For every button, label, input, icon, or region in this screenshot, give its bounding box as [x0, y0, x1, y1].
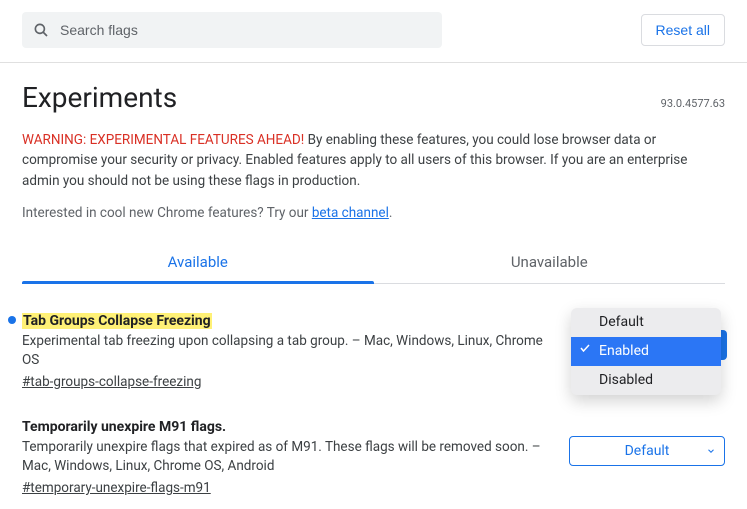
flag-item: Tab Groups Collapse Freezing Experimental…: [22, 310, 725, 390]
flag-description: Experimental tab freezing upon collapsin…: [22, 332, 557, 371]
flag-description: Temporarily unexpire flags that expired …: [22, 438, 557, 477]
search-icon: [32, 21, 50, 39]
warning-text: WARNING: EXPERIMENTAL FEATURES AHEAD! By…: [22, 130, 725, 191]
flag-select[interactable]: Default: [569, 436, 725, 466]
tab-available[interactable]: Available: [22, 243, 374, 283]
flag-body: Temporarily unexpire M91 flags. Temporari…: [22, 416, 569, 496]
modified-dot-icon: [8, 316, 16, 324]
page-title: Experiments: [22, 81, 177, 114]
flag-title: Tab Groups Collapse Freezing: [22, 313, 212, 329]
dropdown-option[interactable]: Enabled: [571, 337, 721, 366]
warning-heading: WARNING: EXPERIMENTAL FEATURES AHEAD!: [22, 132, 304, 148]
flag-control: DefaultEnabledDisabled: [569, 310, 725, 330]
search-input[interactable]: [60, 22, 432, 38]
reset-all-button[interactable]: Reset all: [641, 14, 725, 46]
flag-item: Temporarily unexpire M91 flags. Temporari…: [22, 416, 725, 496]
flag-title: Temporarily unexpire M91 flags.: [22, 419, 226, 435]
tab-unavailable[interactable]: Unavailable: [374, 243, 726, 283]
flag-hash-link[interactable]: #tab-groups-collapse-freezing: [22, 374, 201, 390]
tabs: Available Unavailable: [22, 243, 725, 284]
check-icon: [579, 342, 591, 354]
dropdown-option[interactable]: Default: [571, 308, 721, 337]
flag-control: Default: [569, 416, 725, 466]
dropdown-option[interactable]: Disabled: [571, 366, 721, 395]
flag-dropdown-open[interactable]: DefaultEnabledDisabled: [571, 308, 721, 395]
flag-hash-link[interactable]: #temporary-unexpire-flags-m91: [22, 480, 211, 496]
search-box[interactable]: [22, 12, 442, 48]
chevron-down-icon: [706, 446, 716, 456]
beta-line: Interested in cool new Chrome features? …: [22, 205, 725, 221]
beta-channel-link[interactable]: beta channel: [312, 205, 389, 221]
flag-body: Tab Groups Collapse Freezing Experimental…: [22, 310, 569, 390]
select-edge: [721, 330, 727, 360]
select-value: Default: [625, 443, 670, 459]
version-label: 93.0.4577.63: [661, 97, 725, 110]
